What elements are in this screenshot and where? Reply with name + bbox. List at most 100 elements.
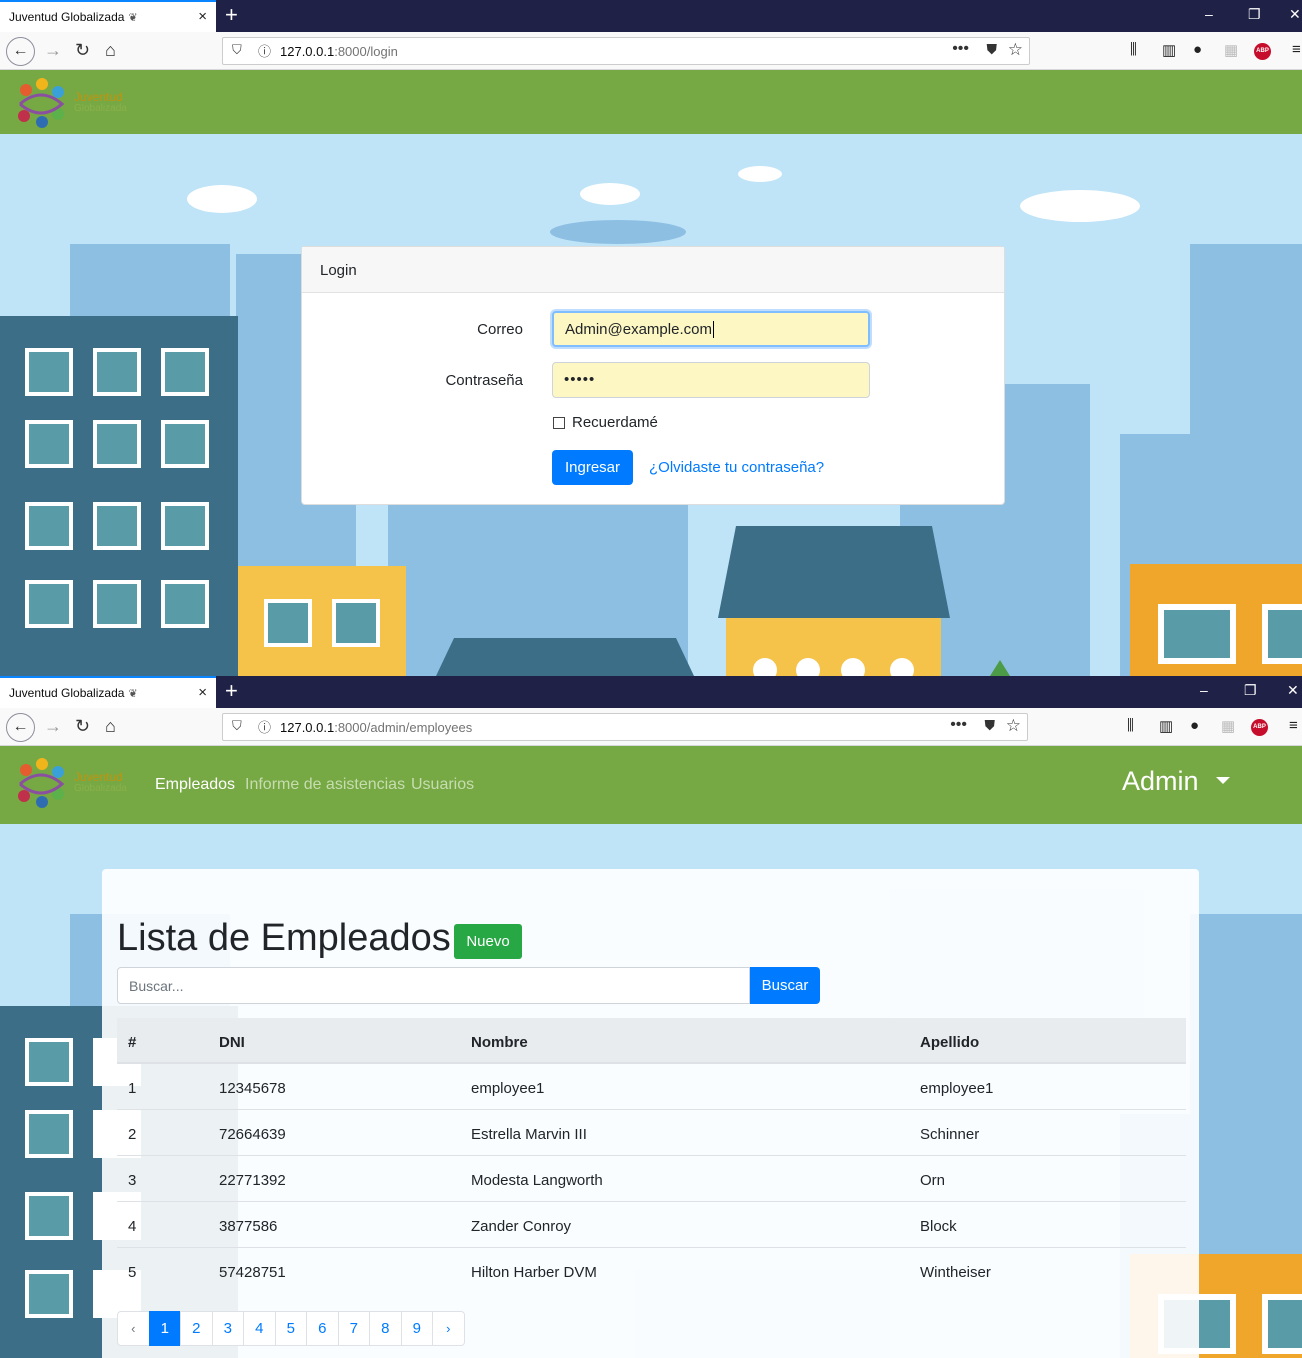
menu-icon[interactable]: ≡ bbox=[1292, 41, 1301, 58]
new-tab-button[interactable]: + bbox=[225, 679, 238, 703]
cell-nombre: Modesta Langworth bbox=[471, 1172, 603, 1189]
reload-button[interactable]: ↻ bbox=[75, 715, 90, 737]
page-8-button[interactable]: 8 bbox=[369, 1311, 402, 1346]
account-icon[interactable]: ● bbox=[1193, 41, 1202, 58]
tab-audio-icon: ❦ bbox=[128, 687, 138, 700]
forward-button[interactable]: → bbox=[44, 715, 62, 737]
page-actions-icon[interactable]: ••• bbox=[952, 40, 969, 58]
cell-number: 1 bbox=[128, 1080, 137, 1097]
cell-dni: 3877586 bbox=[219, 1218, 278, 1235]
bookmark-star-icon[interactable]: ☆ bbox=[1008, 40, 1023, 60]
nav-users[interactable]: Usuarios bbox=[411, 776, 474, 794]
nav-attendance-report[interactable]: Informe de asistencias bbox=[245, 776, 405, 794]
account-icon[interactable]: ● bbox=[1190, 717, 1199, 734]
library-icon[interactable]: ⫼ bbox=[1127, 717, 1134, 734]
forgot-password-link[interactable]: ¿Olvidaste tu contraseña? bbox=[649, 459, 824, 476]
tracking-shield-icon[interactable]: ⛉ bbox=[232, 718, 242, 734]
page-2-button[interactable]: 2 bbox=[180, 1311, 213, 1346]
forward-button[interactable]: → bbox=[44, 39, 62, 61]
home-button[interactable]: ⌂ bbox=[105, 715, 116, 737]
table-row[interactable]: 4 3877586 Zander Conroy Block bbox=[117, 1202, 1186, 1248]
account-dropdown[interactable]: Admin bbox=[1122, 766, 1199, 797]
page-4-button[interactable]: 4 bbox=[243, 1311, 276, 1346]
site-info-icon[interactable]: ⓘ bbox=[258, 41, 271, 60]
tab-close-button[interactable]: × bbox=[198, 8, 207, 25]
juventud-globalizada-logo[interactable]: Juventud Globalizada bbox=[12, 76, 132, 132]
address-bar[interactable]: ⛉ ⓘ 127.0.0.1:8000/login ••• ⛊ ☆ bbox=[222, 37, 1030, 65]
sidebar-icon[interactable]: ▥ bbox=[1162, 41, 1176, 59]
close-window-button[interactable]: ✕ bbox=[1287, 682, 1299, 699]
back-button[interactable]: ← bbox=[6, 37, 35, 66]
site-info-icon[interactable]: ⓘ bbox=[258, 717, 271, 736]
tracking-shield-icon[interactable]: ⛉ bbox=[232, 42, 242, 58]
remember-label[interactable]: Recuerdamé bbox=[572, 414, 658, 431]
table-row[interactable]: 1 12345678 employee1 employee1 bbox=[117, 1064, 1186, 1110]
browser-tab[interactable]: Juventud Globalizada ❦ × bbox=[0, 676, 216, 708]
reload-button[interactable]: ↻ bbox=[75, 39, 90, 61]
page-1-button[interactable]: 1 bbox=[148, 1311, 181, 1346]
minimize-button[interactable]: – bbox=[1205, 6, 1213, 22]
pagination-prev-button[interactable]: ‹ bbox=[117, 1311, 150, 1346]
browser-toolbar: ← → ↻ ⌂ ⛉ ⓘ 127.0.0.1:8000/admin/employe… bbox=[0, 708, 1302, 746]
pocket-icon[interactable]: ⛊ bbox=[987, 41, 998, 58]
library-icon[interactable]: ⫼ bbox=[1130, 41, 1137, 58]
extension-icon[interactable]: ▦ bbox=[1221, 717, 1235, 735]
logo-figures-icon bbox=[18, 78, 65, 128]
cell-number: 5 bbox=[128, 1264, 137, 1281]
restore-button[interactable]: ❐ bbox=[1244, 682, 1257, 699]
table-row[interactable]: 3 22771392 Modesta Langworth Orn bbox=[117, 1156, 1186, 1202]
remember-checkbox[interactable] bbox=[553, 417, 565, 429]
sidebar-icon[interactable]: ▥ bbox=[1159, 717, 1173, 735]
extension-icon[interactable]: ▦ bbox=[1224, 41, 1238, 59]
tab-title: Juventud Globalizada bbox=[9, 10, 125, 24]
browser-toolbar: ← → ↻ ⌂ ⛉ ⓘ 127.0.0.1:8000/login ••• ⛊ ☆… bbox=[0, 32, 1302, 70]
page-9-button[interactable]: 9 bbox=[400, 1311, 433, 1346]
page-6-button[interactable]: 6 bbox=[306, 1311, 339, 1346]
table-row[interactable]: 5 57428751 Hilton Harber DVM Wintheiser bbox=[117, 1248, 1186, 1294]
cell-apellido: employee1 bbox=[920, 1080, 994, 1097]
adblock-icon[interactable]: ABP bbox=[1251, 719, 1268, 736]
nav-employees[interactable]: Empleados bbox=[155, 776, 235, 794]
email-field[interactable]: Admin@example.com bbox=[552, 311, 870, 347]
tab-close-button[interactable]: × bbox=[198, 684, 207, 701]
page-title: Lista de Empleados bbox=[117, 917, 451, 959]
new-employee-button[interactable]: Nuevo bbox=[454, 924, 522, 959]
minimize-button[interactable]: – bbox=[1200, 682, 1208, 698]
brand-name: Juventud bbox=[74, 770, 123, 784]
cell-dni: 22771392 bbox=[219, 1172, 286, 1189]
cell-nombre: Estrella Marvin III bbox=[471, 1126, 587, 1143]
address-bar[interactable]: ⛉ ⓘ 127.0.0.1:8000/admin/employees ••• ⛊… bbox=[222, 713, 1028, 741]
browser-tab-bar: Juventud Globalizada ❦ × + – ❐ ✕ bbox=[0, 676, 1302, 708]
page-7-button[interactable]: 7 bbox=[337, 1311, 370, 1346]
url-text: 127.0.0.1:8000/admin/employees bbox=[280, 720, 473, 735]
adblock-icon[interactable]: ABP bbox=[1254, 43, 1271, 60]
search-button[interactable]: Buscar bbox=[750, 967, 820, 1004]
back-button[interactable]: ← bbox=[6, 713, 35, 742]
page-3-button[interactable]: 3 bbox=[211, 1311, 244, 1346]
close-window-button[interactable]: ✕ bbox=[1289, 6, 1301, 23]
employees-table: # DNI Nombre Apellido 1 12345678 employe… bbox=[117, 1018, 1186, 1294]
new-tab-button[interactable]: + bbox=[225, 3, 238, 27]
column-header-apellido: Apellido bbox=[920, 1034, 980, 1051]
password-field[interactable]: ••••• bbox=[552, 362, 870, 398]
login-card-header: Login bbox=[302, 247, 1004, 293]
restore-button[interactable]: ❐ bbox=[1248, 6, 1261, 23]
login-button[interactable]: Ingresar bbox=[552, 450, 633, 485]
chevron-down-icon[interactable] bbox=[1216, 777, 1230, 784]
table-row[interactable]: 2 72664639 Estrella Marvin III Schinner bbox=[117, 1110, 1186, 1156]
url-text: 127.0.0.1:8000/login bbox=[280, 44, 398, 59]
page-actions-icon[interactable]: ••• bbox=[950, 716, 967, 734]
bookmark-star-icon[interactable]: ☆ bbox=[1006, 716, 1021, 736]
site-header: Juventud Globalizada Empleados Informe d… bbox=[0, 746, 1302, 824]
pagination-next-button[interactable]: › bbox=[432, 1311, 465, 1346]
browser-tab[interactable]: Juventud Globalizada ❦ × bbox=[0, 0, 216, 32]
cell-dni: 12345678 bbox=[219, 1080, 286, 1097]
pocket-icon[interactable]: ⛊ bbox=[985, 717, 996, 734]
home-button[interactable]: ⌂ bbox=[105, 39, 116, 61]
cell-number: 4 bbox=[128, 1218, 137, 1235]
page-5-button[interactable]: 5 bbox=[274, 1311, 307, 1346]
search-input[interactable]: Buscar... bbox=[117, 967, 750, 1004]
menu-icon[interactable]: ≡ bbox=[1289, 717, 1298, 734]
pagination: ‹ 1 2 3 4 5 6 7 8 9 › bbox=[117, 1311, 465, 1346]
juventud-globalizada-logo[interactable]: Juventud Globalizada bbox=[12, 756, 132, 812]
